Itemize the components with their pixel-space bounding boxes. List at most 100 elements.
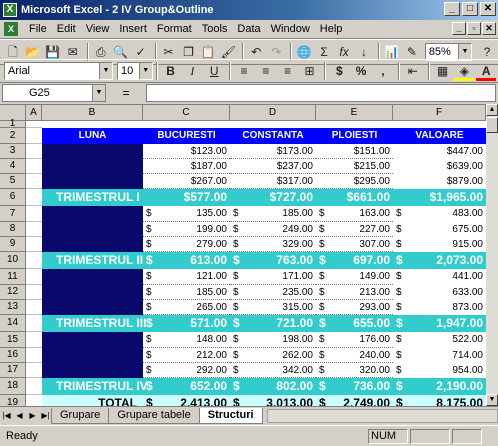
table-cell[interactable]: $185.00 (143, 285, 230, 300)
table-cell[interactable]: $577.00 (143, 189, 230, 206)
table-cell[interactable]: $571.00 (143, 315, 230, 332)
column-header[interactable]: B (42, 105, 143, 121)
table-header-cell[interactable]: VALOARE (393, 128, 486, 144)
currency-icon[interactable]: $ (329, 61, 349, 81)
table-cell[interactable]: $721.00 (230, 315, 316, 332)
doc-restore-button[interactable]: ▫ (467, 22, 481, 35)
total-label[interactable]: TOTAL (42, 395, 143, 406)
row-header[interactable]: 2 (0, 128, 26, 144)
column-header[interactable]: A (26, 105, 42, 121)
borders-icon[interactable]: ▦ (433, 61, 453, 81)
table-cell[interactable]: $151.00 (316, 144, 393, 159)
table-cell[interactable]: $763.00 (230, 252, 316, 269)
table-cell[interactable]: $2,749.00 (316, 395, 393, 406)
table-header-cell[interactable]: BUCURESTI (143, 128, 230, 144)
underline-button[interactable]: U (204, 61, 224, 81)
workbook-icon[interactable]: X (4, 22, 18, 36)
menu-edit[interactable]: Edit (52, 23, 81, 35)
table-cell[interactable]: $185.00 (230, 206, 316, 222)
table-cell[interactable]: $171.00 (230, 269, 316, 285)
table-cell[interactable]: $522.00 (393, 332, 486, 348)
row-header[interactable]: 18 (0, 378, 26, 395)
table-cell[interactable]: $483.00 (393, 206, 486, 222)
row-header[interactable]: 17 (0, 363, 26, 378)
table-cell[interactable]: $235.00 (230, 285, 316, 300)
table-cell[interactable]: $2,413.00 (143, 395, 230, 406)
table-cell[interactable]: $317.00 (230, 174, 316, 189)
column-header[interactable]: D (230, 105, 316, 121)
table-cell[interactable]: $342.00 (230, 363, 316, 378)
table-cell[interactable]: $163.00 (316, 206, 393, 222)
font-color-icon[interactable]: A (476, 61, 497, 81)
table-cell[interactable]: $873.00 (393, 300, 486, 315)
first-sheet-icon[interactable]: |◀ (0, 409, 13, 423)
chevron-down-icon[interactable]: ▼ (138, 63, 152, 79)
horizontal-scrollbar[interactable] (266, 408, 498, 423)
table-cell[interactable]: $198.00 (230, 332, 316, 348)
percent-icon[interactable]: % (351, 61, 371, 81)
align-center-icon[interactable]: ≡ (256, 61, 276, 81)
table-cell[interactable]: $697.00 (316, 252, 393, 269)
menu-window[interactable]: Window (266, 23, 315, 35)
row-header[interactable]: 11 (0, 269, 26, 285)
table-cell[interactable]: $675.00 (393, 222, 486, 237)
table-cell[interactable]: $123.00 (143, 144, 230, 159)
font-combo[interactable]: Arial ▼ (4, 62, 113, 80)
row-header[interactable]: 4 (0, 159, 26, 174)
menu-data[interactable]: Data (232, 23, 265, 35)
italic-button[interactable]: I (183, 61, 203, 81)
table-cell[interactable]: $148.00 (143, 332, 230, 348)
font-size-combo[interactable]: 10 ▼ (116, 62, 153, 80)
row-header[interactable]: 13 (0, 300, 26, 315)
chevron-down-icon[interactable]: ▼ (92, 85, 105, 101)
menu-view[interactable]: View (81, 23, 115, 35)
row-header[interactable]: 7 (0, 206, 26, 222)
table-cell[interactable]: $736.00 (316, 378, 393, 395)
row-header[interactable]: 6 (0, 189, 26, 206)
table-cell[interactable]: $249.00 (230, 222, 316, 237)
align-left-icon[interactable]: ≡ (234, 61, 254, 81)
column-header[interactable]: E (316, 105, 393, 121)
name-box[interactable]: G25 ▼ (2, 84, 106, 102)
sheet-tab-structuri[interactable]: Structuri (198, 407, 263, 424)
table-cell[interactable]: $441.00 (393, 269, 486, 285)
table-cell[interactable]: $212.00 (143, 348, 230, 363)
table-cell[interactable]: $633.00 (393, 285, 486, 300)
table-cell[interactable]: $661.00 (316, 189, 393, 206)
table-cell[interactable]: $279.00 (143, 237, 230, 252)
table-cell[interactable]: $655.00 (316, 315, 393, 332)
table-cell[interactable]: $2,073.00 (393, 252, 486, 269)
row-header[interactable]: 1 (0, 119, 26, 129)
chevron-down-icon[interactable]: ▼ (98, 63, 112, 79)
table-cell[interactable]: $267.00 (143, 174, 230, 189)
prev-sheet-icon[interactable]: ◀ (13, 409, 26, 423)
table-cell[interactable]: $215.00 (316, 159, 393, 174)
vertical-scrollbar[interactable]: ▲ ▼ (486, 104, 498, 406)
table-cell[interactable]: $227.00 (316, 222, 393, 237)
row-header[interactable]: 10 (0, 252, 26, 269)
row-header[interactable]: 5 (0, 174, 26, 189)
comma-icon[interactable]: , (373, 61, 393, 81)
table-cell[interactable]: $237.00 (230, 159, 316, 174)
next-sheet-icon[interactable]: ▶ (26, 409, 39, 423)
formula-input[interactable] (146, 84, 496, 102)
table-cell[interactable]: $213.00 (316, 285, 393, 300)
table-cell[interactable]: $293.00 (316, 300, 393, 315)
menu-file[interactable]: File (24, 23, 52, 35)
excel-app-icon[interactable]: X (3, 3, 17, 17)
table-cell[interactable]: $265.00 (143, 300, 230, 315)
chevron-down-icon[interactable]: ▼ (457, 44, 471, 60)
row-header[interactable]: 19 (0, 395, 26, 406)
table-cell[interactable]: $652.00 (143, 378, 230, 395)
close-button[interactable]: ✕ (480, 2, 496, 16)
table-cell[interactable]: $639.00 (393, 159, 486, 174)
scroll-down-icon[interactable]: ▼ (486, 394, 498, 406)
table-cell[interactable]: $307.00 (316, 237, 393, 252)
table-cell[interactable]: $173.00 (230, 144, 316, 159)
decrease-indent-icon[interactable]: ⇤ (403, 61, 423, 81)
worksheet-grid[interactable]: ABCDEF1234567891011121314151617181920LUN… (0, 104, 486, 406)
row-header[interactable]: 16 (0, 348, 26, 363)
column-header[interactable]: C (143, 105, 230, 121)
menu-insert[interactable]: Insert (114, 23, 152, 35)
table-cell[interactable]: $802.00 (230, 378, 316, 395)
